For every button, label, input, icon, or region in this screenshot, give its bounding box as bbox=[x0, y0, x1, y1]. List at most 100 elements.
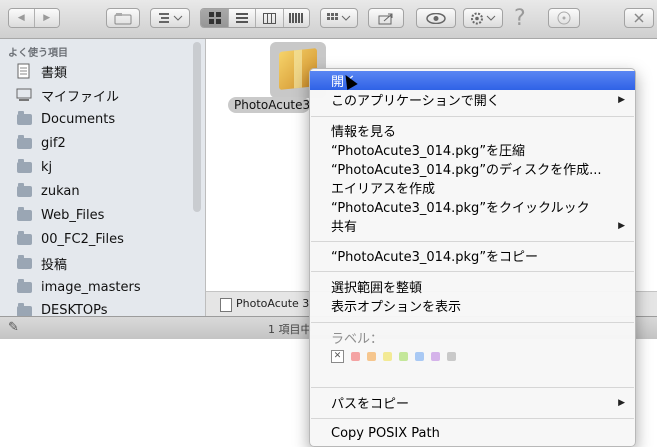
menu-item-copy-posix-path[interactable]: Copy POSIX Path bbox=[310, 424, 635, 443]
back-button[interactable]: ◀ bbox=[9, 9, 35, 27]
sidebar-item-kj[interactable]: kj bbox=[16, 157, 52, 177]
sidebar-item-fc2-files[interactable]: 00_FC2_Files bbox=[16, 229, 124, 249]
folder-icon bbox=[16, 302, 32, 316]
menu-label-heading: ラベル： bbox=[331, 332, 384, 347]
menu-item-label: このアプリケーションで開く bbox=[331, 94, 500, 109]
folder-icon bbox=[16, 254, 32, 270]
column-view-icon bbox=[263, 12, 277, 24]
menu-item-view-options[interactable]: 表示オプションを表示 bbox=[310, 296, 635, 315]
label-green[interactable] bbox=[399, 352, 408, 361]
eye-icon bbox=[426, 12, 446, 24]
sidebar-item-web-files[interactable]: Web_Files bbox=[16, 205, 104, 225]
sidebar-scrollbar[interactable] bbox=[193, 42, 201, 212]
menu-separator bbox=[311, 241, 634, 242]
grid-icon bbox=[327, 13, 351, 21]
label-yellow[interactable] bbox=[383, 352, 392, 361]
menu-item-get-info[interactable]: 情報を見る bbox=[310, 121, 635, 140]
action-button[interactable] bbox=[463, 8, 503, 28]
sidebar: よく使う項目 書類 マイファイル Documents gif2 kj zukan… bbox=[0, 39, 206, 316]
menu-item-make-alias[interactable]: エイリアスを作成 bbox=[310, 178, 635, 197]
sidebar-item-documents[interactable]: Documents bbox=[16, 109, 115, 129]
sidebar-item-label: 投稿 bbox=[41, 257, 68, 273]
help-icon[interactable]: ? bbox=[514, 6, 526, 31]
label-purple[interactable] bbox=[431, 352, 440, 361]
close-button[interactable] bbox=[624, 8, 654, 28]
folder-icon bbox=[16, 110, 32, 126]
icon-view-icon bbox=[208, 12, 221, 24]
label-none-icon[interactable]: ✕ bbox=[331, 350, 344, 363]
new-folder-button[interactable] bbox=[106, 8, 140, 28]
menu-item-clean-up[interactable]: 選択範囲を整頓 bbox=[310, 277, 635, 296]
view-mode-buttons bbox=[200, 8, 310, 28]
folder-icon bbox=[16, 206, 32, 222]
menu-item-quick-look[interactable]: “PhotoAcute3_014.pkg”をクイックルック bbox=[310, 197, 635, 216]
menu-item-compress[interactable]: “PhotoAcute3_014.pkg”を圧縮 bbox=[310, 140, 635, 159]
gear-icon bbox=[471, 12, 496, 24]
sidebar-item-image-masters[interactable]: image_masters bbox=[16, 277, 141, 297]
label-orange[interactable] bbox=[367, 352, 376, 361]
arrange-button[interactable] bbox=[150, 8, 190, 28]
list-view-button[interactable] bbox=[229, 9, 257, 27]
icon-view-button[interactable] bbox=[201, 9, 230, 27]
sidebar-item-posts[interactable]: 投稿 bbox=[16, 253, 67, 273]
coverflow-icon bbox=[289, 13, 304, 23]
share-icon bbox=[378, 13, 393, 24]
folder-icon bbox=[16, 182, 32, 198]
sidebar-heading: よく使う項目 bbox=[8, 48, 68, 59]
back-icon: ◀ bbox=[17, 13, 25, 23]
folder-icon bbox=[16, 158, 32, 174]
arrange-icon bbox=[159, 13, 183, 23]
label-red[interactable] bbox=[351, 352, 360, 361]
sidebar-item-label: マイファイル bbox=[41, 89, 120, 105]
file-icon bbox=[220, 298, 232, 312]
sidebar-item-gif2[interactable]: gif2 bbox=[16, 133, 66, 153]
menu-item-copy[interactable]: “PhotoAcute3_014.pkg”をコピー bbox=[310, 246, 635, 265]
sidebar-item-label: Documents bbox=[41, 111, 116, 127]
menu-separator bbox=[311, 116, 634, 117]
column-view-button[interactable] bbox=[256, 9, 284, 27]
share-button[interactable] bbox=[368, 8, 404, 28]
label-swatches: ✕ bbox=[331, 350, 463, 363]
sidebar-item-label: DESKTOPs bbox=[41, 303, 108, 316]
label-blue[interactable] bbox=[415, 352, 424, 361]
all-my-files-icon bbox=[16, 88, 32, 102]
submenu-arrow-icon: ▶ bbox=[618, 397, 625, 408]
forward-button[interactable]: ▶ bbox=[34, 9, 59, 27]
menu-item-open-with[interactable]: このアプリケーションで開く ▶ bbox=[310, 90, 635, 109]
menu-item-copy-path[interactable]: パスをコピー ▶ bbox=[310, 393, 635, 412]
submenu-arrow-icon: ▶ bbox=[618, 220, 625, 231]
menu-item-burn[interactable]: “PhotoAcute3_014.pkg”のディスクを作成... bbox=[310, 159, 635, 178]
nav-buttons: ◀ ▶ bbox=[8, 8, 60, 28]
forward-icon: ▶ bbox=[43, 13, 51, 23]
sidebar-item-documents-jp[interactable]: 書類 bbox=[16, 61, 67, 81]
folder-icon bbox=[16, 278, 32, 294]
file-name-label[interactable]: PhotoAcute3_0 bbox=[228, 97, 310, 113]
toolbar: ◀ ▶ ? bbox=[0, 0, 657, 39]
close-icon bbox=[634, 13, 644, 23]
radioactive-icon bbox=[557, 11, 571, 25]
menu-item-label: パスをコピー bbox=[331, 397, 410, 412]
path-item[interactable]: PhotoAcute 3 bbox=[236, 297, 309, 310]
quick-look-button[interactable] bbox=[416, 8, 456, 28]
sidebar-item-label: zukan bbox=[41, 183, 80, 199]
menu-item-share[interactable]: 共有 ▶ bbox=[310, 216, 635, 235]
label-gray[interactable] bbox=[447, 352, 456, 361]
menu-separator bbox=[311, 271, 634, 272]
sidebar-item-label: image_masters bbox=[41, 279, 141, 295]
sidebar-item-all-my-files[interactable]: マイファイル bbox=[16, 85, 119, 105]
group-button[interactable] bbox=[320, 8, 358, 28]
status-text: 1 項目中 bbox=[268, 323, 312, 336]
menu-separator bbox=[311, 322, 634, 323]
menu-item-open[interactable]: 開く bbox=[310, 71, 635, 90]
coverflow-view-button[interactable] bbox=[283, 9, 309, 27]
menu-separator bbox=[311, 387, 634, 388]
context-menu: 開く このアプリケーションで開く ▶ 情報を見る “PhotoAcute3_014… bbox=[309, 68, 636, 447]
folder-icon bbox=[16, 230, 32, 246]
resize-tool-icon: ✎ bbox=[8, 320, 19, 335]
menu-separator bbox=[311, 418, 634, 419]
burn-button[interactable] bbox=[548, 8, 580, 28]
folder-icon bbox=[16, 134, 32, 150]
sidebar-item-zukan[interactable]: zukan bbox=[16, 181, 80, 201]
sidebar-item-desktops[interactable]: DESKTOPs bbox=[16, 301, 108, 316]
sidebar-item-label: Web_Files bbox=[41, 207, 105, 223]
